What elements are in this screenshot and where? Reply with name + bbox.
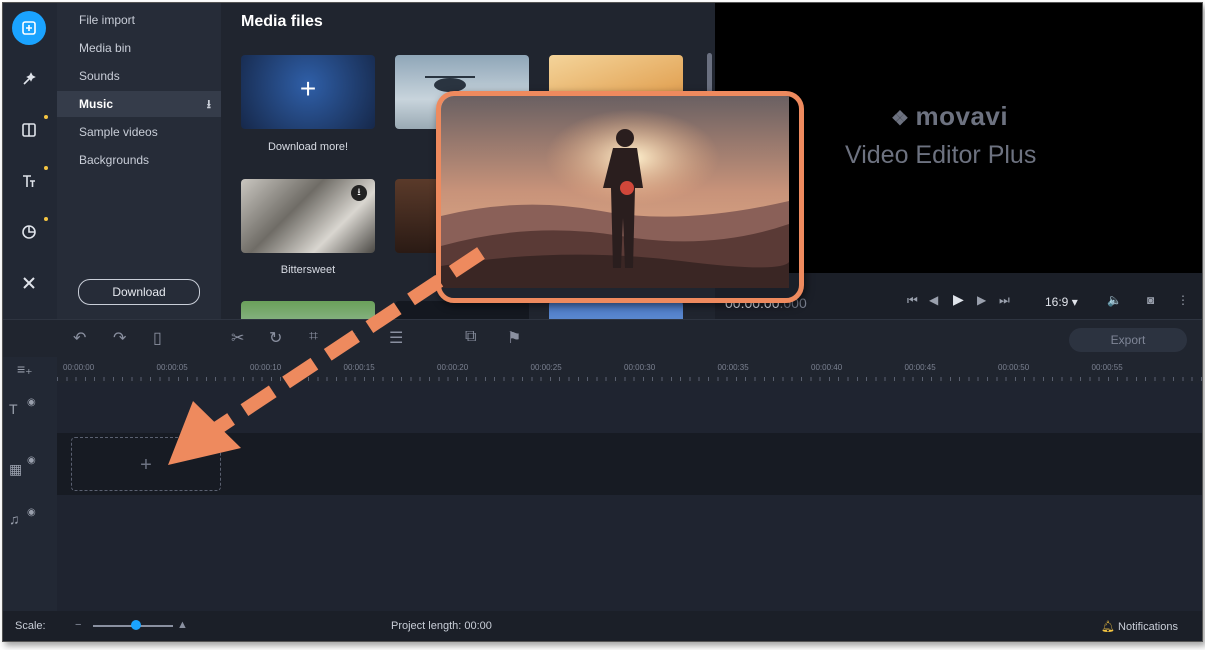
drag-arrow — [168, 247, 485, 465]
movavi-window: File import Media bin Sounds Music ⭳ Samp… — [2, 2, 1203, 642]
